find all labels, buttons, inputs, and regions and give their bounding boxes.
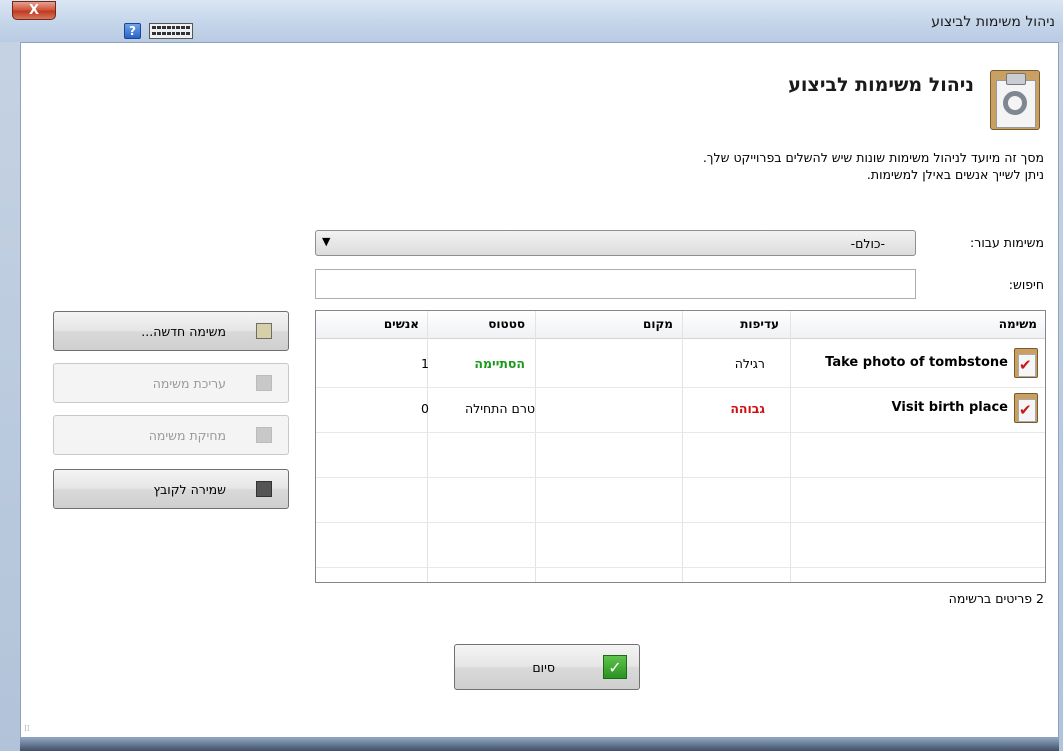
checkmark-icon: ✓ [603, 655, 627, 679]
search-label: חיפוש: [1008, 277, 1044, 292]
new-task-button[interactable]: משימה חדשה... [53, 311, 289, 351]
help-button[interactable]: ? [124, 23, 141, 39]
app-window: X ? ניהול משימות לביצוע ניהול משימות לבי… [0, 0, 1063, 751]
tasks-table[interactable]: משימה עדיפות מקום סטטוס אנשים ✔ Take pho… [315, 310, 1046, 583]
window-bottom-border [20, 738, 1059, 751]
task-status: הסתיימה [474, 356, 525, 371]
page-description: מסך זה מיועד לניהול משימות שונות שיש להש… [144, 149, 1044, 183]
floppy-disk-icon [256, 481, 272, 497]
task-name: Take photo of tombstone [825, 355, 1008, 370]
dropdown-value: -כולם- [850, 236, 885, 251]
window-title: ניהול משימות לביצוע [931, 14, 1055, 30]
content-panel: ניהול משימות לביצוע מסך זה מיועד לניהול … [20, 42, 1059, 738]
close-button[interactable]: X [12, 1, 56, 20]
column-header-status[interactable]: סטטוס [488, 317, 525, 331]
table-header: משימה עדיפות מקום סטטוס אנשים [316, 311, 1045, 339]
task-priority: רגילה [734, 356, 765, 371]
search-input[interactable] [315, 269, 916, 299]
task-priority: גבוהה [730, 401, 765, 416]
delete-task-icon [256, 427, 272, 443]
column-header-priority[interactable]: עדיפות [740, 317, 779, 331]
item-count: 2 פריטים ברשימה [948, 591, 1044, 606]
column-header-task[interactable]: משימה [999, 317, 1037, 331]
save-to-file-label: שמירה לקובץ [153, 482, 226, 497]
edit-task-icon [256, 375, 272, 391]
task-people: 0 [421, 401, 429, 416]
task-name: Visit birth place [891, 400, 1008, 415]
delete-task-label: מחיקת משימה [148, 428, 226, 443]
task-checklist-icon: ✔ [1014, 348, 1038, 378]
clipboard-wrench-icon [990, 70, 1040, 130]
filter-label: משימות עבור: [970, 235, 1044, 250]
tasks-for-dropdown[interactable]: -כולם- ▼ [315, 230, 916, 256]
description-line-2: ניתן לשייך אנשים באילן למשימות. [866, 167, 1044, 182]
edit-task-button[interactable]: עריכת משימה [53, 363, 289, 403]
resize-grip-icon[interactable]: ⁞⁞ [24, 724, 30, 734]
new-task-label: משימה חדשה... [141, 324, 226, 339]
column-header-place[interactable]: מקום [643, 317, 673, 331]
new-task-icon [256, 323, 272, 339]
save-to-file-button[interactable]: שמירה לקובץ [53, 469, 289, 509]
column-header-people[interactable]: אנשים [384, 317, 419, 331]
task-checklist-icon: ✔ [1014, 393, 1038, 423]
delete-task-button[interactable]: מחיקת משימה [53, 415, 289, 455]
task-status: טרם התחילה [464, 401, 535, 416]
edit-task-label: עריכת משימה [152, 376, 226, 391]
done-button[interactable]: ✓ סיום [454, 644, 640, 690]
task-people: 1 [421, 356, 429, 371]
title-bar: X ? ניהול משימות לביצוע [0, 0, 1063, 42]
description-line-1: מסך זה מיועד לניהול משימות שונות שיש להש… [702, 150, 1044, 165]
chevron-down-icon: ▼ [322, 235, 331, 248]
keyboard-icon[interactable] [149, 23, 193, 39]
page-title: ניהול משימות לביצוע [788, 74, 974, 96]
done-label: סיום [532, 660, 555, 675]
